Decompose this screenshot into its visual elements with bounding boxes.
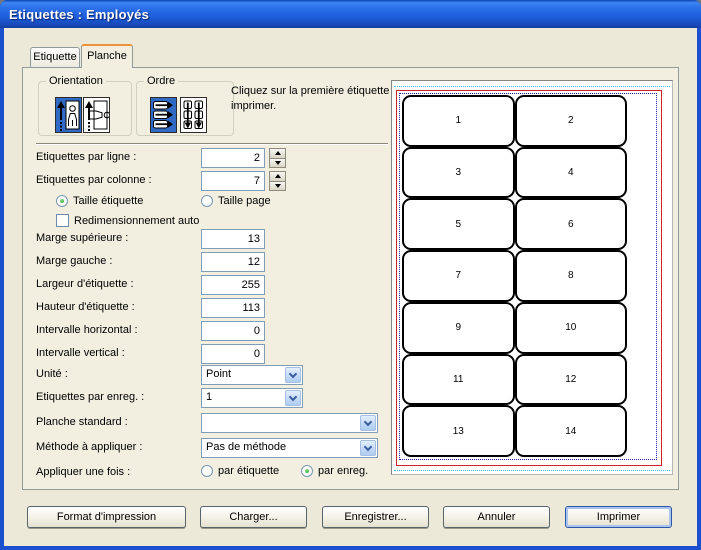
preview-label[interactable]: 1 <box>402 95 515 147</box>
dialog-body: Etiquette Planche Orientation <box>4 28 697 546</box>
title-bar[interactable]: Etiquettes : Employés <box>0 0 701 28</box>
save-button[interactable]: Enregistrer... <box>322 506 429 528</box>
preview-label[interactable]: 10 <box>515 302 628 354</box>
chevron-down-icon[interactable] <box>360 440 376 456</box>
printable-guide-bottom <box>394 470 670 471</box>
field-label: Marge supérieure : <box>36 232 128 244</box>
preview-label[interactable]: 11 <box>402 354 515 406</box>
field-label: Largeur d'étiquette : <box>36 278 134 290</box>
field-label: Etiquettes par ligne : <box>36 151 136 163</box>
separator <box>36 143 388 145</box>
preview-label[interactable]: 7 <box>402 250 515 302</box>
tab-label: Planche <box>87 50 127 62</box>
sheet-preview-panel: 1234567891011121314 <box>391 80 673 475</box>
size-page-radio[interactable]: Taille page <box>201 195 271 207</box>
order-group: Ordre <box>136 81 234 136</box>
preview-label[interactable]: 3 <box>402 147 515 199</box>
size-label-radio[interactable]: Taille étiquette <box>56 195 143 207</box>
checkbox-label: Redimensionnement auto <box>74 215 199 227</box>
radio-label: Taille étiquette <box>73 195 143 207</box>
vertical-gap-input[interactable] <box>201 344 265 364</box>
radio-label: Taille page <box>218 195 271 207</box>
orientation-group: Orientation <box>38 81 132 136</box>
radio-icon <box>201 195 213 207</box>
preview-label[interactable]: 8 <box>515 250 628 302</box>
first-label-hint: Cliquez sur la première étiquette à impr… <box>231 84 399 114</box>
field-label: Marge gauche : <box>36 255 112 267</box>
radio-label: par enreg. <box>318 465 368 477</box>
combo-value: Point <box>206 368 231 380</box>
horizontal-order-icon[interactable] <box>150 97 177 133</box>
labels-per-line-input[interactable] <box>201 148 265 168</box>
tab-label: Etiquette <box>33 51 76 63</box>
landscape-orientation-icon[interactable] <box>83 97 110 133</box>
label-width-input[interactable] <box>201 275 265 295</box>
horizontal-gap-input[interactable] <box>201 321 265 341</box>
preview-label[interactable]: 14 <box>515 405 628 457</box>
tab-planche[interactable]: Planche <box>81 44 133 68</box>
print-format-button[interactable]: Format d'impression <box>27 506 186 528</box>
combo-value: Pas de méthode <box>206 441 286 453</box>
combo-value: 1 <box>206 391 212 403</box>
field-label: Unité : <box>36 368 68 380</box>
spin-down-icon[interactable] <box>269 159 286 169</box>
label-height-input[interactable] <box>201 298 265 318</box>
field-label: Hauteur d'étiquette : <box>36 301 135 313</box>
radio-icon <box>301 465 313 477</box>
preview-label[interactable]: 9 <box>402 302 515 354</box>
labels-per-column-stepper <box>269 171 286 191</box>
vertical-order-icon[interactable] <box>180 97 207 133</box>
radio-label: par étiquette <box>218 465 279 477</box>
chevron-down-icon[interactable] <box>285 390 301 406</box>
field-label: Intervalle vertical : <box>36 347 125 359</box>
cancel-button[interactable]: Annuler <box>443 506 550 528</box>
preview-label[interactable]: 2 <box>515 95 628 147</box>
field-label: Planche standard : <box>36 416 128 428</box>
labels-per-record-combo[interactable]: 1 <box>201 388 303 408</box>
tab-etiquette[interactable]: Etiquette <box>30 47 80 67</box>
load-button[interactable]: Charger... <box>200 506 307 528</box>
radio-icon <box>201 465 213 477</box>
labels-per-line-stepper <box>269 148 286 168</box>
left-margin-input[interactable] <box>201 252 265 272</box>
preview-label[interactable]: 6 <box>515 198 628 250</box>
labels-dialog: Etiquettes : Employés Etiquette Planche … <box>0 0 701 550</box>
window-title: Etiquettes : Employés <box>0 7 149 22</box>
print-button[interactable]: Imprimer <box>565 506 672 528</box>
chevron-down-icon[interactable] <box>360 415 376 431</box>
field-label: Méthode à appliquer : <box>36 441 142 453</box>
preview-label[interactable]: 5 <box>402 198 515 250</box>
per-record-radio[interactable]: par enreg. <box>301 465 368 477</box>
field-label: Intervalle horizontal : <box>36 324 138 336</box>
preview-label[interactable]: 4 <box>515 147 628 199</box>
labels-per-column-input[interactable] <box>201 171 265 191</box>
preview-label[interactable]: 13 <box>402 405 515 457</box>
unit-combo[interactable]: Point <box>201 365 303 385</box>
preview-label-grid: 1234567891011121314 <box>402 95 627 457</box>
radio-icon <box>56 195 68 207</box>
preview-label[interactable]: 12 <box>515 354 628 406</box>
field-label: Appliquer une fois : <box>36 466 130 478</box>
auto-resize-checkbox[interactable]: Redimensionnement auto <box>56 214 199 227</box>
field-label: Etiquettes par colonne : <box>36 174 152 186</box>
spin-up-icon[interactable] <box>269 148 286 159</box>
group-label: Ordre <box>144 75 178 87</box>
top-margin-input[interactable] <box>201 229 265 249</box>
printable-guide-top <box>394 86 670 87</box>
spin-down-icon[interactable] <box>269 182 286 192</box>
spin-up-icon[interactable] <box>269 171 286 182</box>
field-label: Etiquettes par enreg. : <box>36 391 144 403</box>
standard-sheet-combo[interactable] <box>201 413 378 433</box>
group-label: Orientation <box>46 75 106 87</box>
chevron-down-icon[interactable] <box>285 367 301 383</box>
checkbox-icon <box>56 214 69 227</box>
method-combo[interactable]: Pas de méthode <box>201 438 378 458</box>
portrait-orientation-icon[interactable] <box>55 97 82 133</box>
per-label-radio[interactable]: par étiquette <box>201 465 279 477</box>
planche-tab-page: Orientation <box>22 67 679 490</box>
